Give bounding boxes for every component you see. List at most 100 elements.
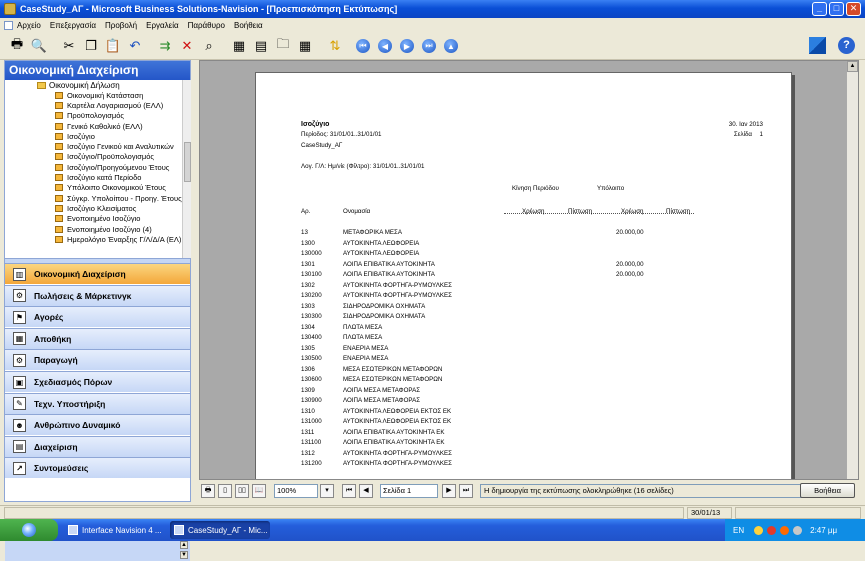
print-preview-icon[interactable]: 🔍 [30, 37, 48, 55]
group-balance-header: Υπόλοιπο [597, 185, 625, 192]
tree-item-label: Υπόλοιπο Οικονομικού Έτους [67, 183, 166, 193]
nav-button-label: Συντομεύσεις [34, 463, 89, 474]
chart-icon: ▥ [13, 267, 26, 281]
nav-button[interactable]: ☻ Ανθρώπινο Δυναμικό [5, 414, 190, 436]
report-row-name: ΛΟΙΠΑ ΕΠΙΒΑΤΙΚΑ ΑΥΤΟΚΙΝΗΤΑ ΕΚ [343, 428, 445, 436]
nav-button[interactable]: ⚙ Παραγωγή [5, 349, 190, 371]
tree-item[interactable]: Ισοζύγιο κατά Περίοδο [55, 172, 141, 182]
tree-scrollbar[interactable] [182, 80, 191, 258]
paste-icon[interactable]: 📋 [104, 37, 122, 55]
nav-button-label: Ανθρώπινο Δυναμικό [34, 420, 121, 431]
minimize-button[interactable]: _ [812, 2, 827, 16]
close-button[interactable]: ✕ [846, 2, 861, 16]
report-row-name: ΑΥΤΟΚΙΝΗΤΑ ΛΕΩΦΟΡΕΙΑ ΕΚΤΟΣ ΕΚ [343, 407, 452, 415]
folder-icon[interactable]: 🗀 [274, 36, 292, 55]
sort-icon[interactable]: ⇅ [326, 37, 344, 55]
up-icon[interactable]: ▲ [444, 39, 458, 53]
nav-button-label: Παραγωγή [34, 355, 78, 366]
tree-item[interactable]: Γενικό Καθολικό (ΕΛΛ) [55, 121, 143, 131]
zoom-dropdown-icon[interactable]: ▾ [320, 483, 334, 498]
tree-item[interactable]: Ενοποιημένο Ισοζύγιο [55, 214, 140, 224]
menu-help[interactable]: Βοήθεια [234, 21, 263, 30]
help-button[interactable]: Βοήθεια [800, 483, 855, 498]
menu-view[interactable]: Προβολή [105, 21, 137, 30]
table-icon[interactable]: ▦ [296, 37, 314, 55]
page-field[interactable]: Σελίδα 1 [380, 483, 438, 498]
tree-item[interactable]: Προϋπολογισμός [55, 111, 124, 121]
nav-button[interactable]: ⚙ Πωλήσεις & Μάρκετινγκ [5, 284, 190, 306]
app-icon[interactable] [4, 3, 16, 15]
first-record-icon[interactable]: ⏮ [356, 39, 370, 53]
clock[interactable]: 2:47 μμ [810, 526, 837, 535]
one-page-icon[interactable]: ▯ [218, 483, 232, 498]
tree-item[interactable]: Ισοζύγιο Κλεισίματος [55, 203, 136, 213]
book-icon[interactable]: 📖 [252, 483, 266, 498]
tree-item[interactable]: Ενοποιημένο Ισοζύγιο (4) [55, 224, 152, 234]
report-row-number: 130300 [301, 313, 322, 320]
maximize-button[interactable]: □ [829, 2, 844, 16]
nav-button[interactable]: ⚑ Αγορές [5, 306, 190, 328]
post-icon[interactable]: ⇉ [156, 37, 174, 55]
scroll-up-icon[interactable]: ▲ [847, 61, 858, 72]
tree-item[interactable]: Ισοζύγιο/Προηγούμενου Έτους [55, 162, 169, 172]
menu-tools[interactable]: Εργαλεία [146, 21, 178, 30]
navigation-pane-icon[interactable] [809, 37, 826, 54]
find-icon[interactable]: ⌕ [200, 37, 218, 55]
cut-icon[interactable]: ✂ [60, 37, 78, 55]
tree-item[interactable]: Καρτέλα Λογαριασμού (ΕΛΛ) [55, 100, 163, 110]
document-menu-icon[interactable] [4, 21, 13, 30]
network-icon[interactable] [754, 525, 764, 535]
language-indicator[interactable]: EN [733, 526, 744, 535]
delete-icon[interactable]: ✕ [178, 37, 196, 55]
tree-item[interactable]: Ισοζύγιο/Προϋπολογισμός [55, 152, 154, 162]
preview-scrollbar[interactable]: ▲ [846, 61, 858, 479]
nav-button[interactable]: ▤ Διαχείριση [5, 435, 190, 457]
tree-item[interactable]: Ημερολόγιο Έναρξης Γ/Λ/Δ/Α (ΕΛ) [55, 234, 181, 244]
scroll-down-icon[interactable]: ▼ [180, 551, 188, 559]
report-row-number: 1305 [301, 344, 315, 352]
nav-button[interactable]: ▦ Αποθήκη [5, 327, 190, 349]
last-record-icon[interactable]: ⏭ [422, 39, 436, 53]
nav-button[interactable]: ✎ Τεχν. Υποστήριξη [5, 392, 190, 414]
start-button[interactable] [0, 519, 58, 541]
undo-icon[interactable]: ↶ [126, 37, 144, 55]
tree-root[interactable]: Οικονομική Δήλωση [37, 80, 120, 90]
volume-icon[interactable] [793, 525, 803, 535]
tree-item[interactable]: Σύγκρ. Υπολοίπου - Προηγ. Έτους [55, 193, 182, 203]
nav-button[interactable]: ▥ Οικονομική Διαχείριση [5, 263, 190, 284]
scroll-up-icon[interactable]: ▲ [180, 541, 188, 549]
tree-item[interactable]: Ισοζύγιο [55, 131, 95, 141]
tree-scroll-thumb[interactable] [184, 142, 191, 182]
copy-icon[interactable]: ❐ [82, 37, 100, 55]
next-record-icon[interactable]: ▶ [400, 39, 414, 53]
nav-button[interactable]: ▣ Σχεδιασμός Πόρων [5, 371, 190, 392]
menu-file[interactable]: Αρχείο [17, 21, 41, 30]
menu-window[interactable]: Παράθυρο [188, 21, 225, 30]
tree-item[interactable]: Ισοζύγιο Γενικού και Αναλυτικών [55, 142, 174, 152]
task-casestudy[interactable]: CaseStudy_ΑΓ - Mic... [170, 521, 270, 539]
print-icon[interactable]: 🖶 [8, 36, 26, 55]
preview-status-message: Η δημιουργία της εκτύπωσης ολοκληρώθηκε … [480, 483, 847, 498]
task-navision-interface[interactable]: Interface Navision 4 ... [64, 521, 164, 539]
last-page-icon[interactable]: ⏭ [459, 483, 473, 498]
first-page-icon[interactable]: ⏮ [342, 483, 356, 498]
print-preview-area: Ισοζύγιο Περίοδος: 31/01/01..31/01/01 Ca… [199, 60, 859, 480]
two-pages-icon[interactable]: ▯▯ [235, 483, 249, 498]
security-icon[interactable] [767, 525, 777, 535]
window-title: CaseStudy_ΑΓ - Microsoft Business Soluti… [20, 4, 398, 14]
menu-edit[interactable]: Επεξεργασία [50, 21, 96, 30]
tree-item[interactable]: Οικονομική Κατάσταση [55, 90, 143, 100]
previous-record-icon[interactable]: ◀ [378, 39, 392, 53]
next-page-icon[interactable]: ▶ [442, 483, 456, 498]
help-icon[interactable]: ? [838, 37, 855, 54]
tree-item[interactable]: Υπόλοιπο Οικονομικού Έτους [55, 183, 166, 193]
card-icon[interactable]: ▦ [230, 37, 248, 55]
print-icon[interactable]: 🖶 [201, 483, 215, 498]
task-label: Interface Navision 4 ... [82, 525, 162, 535]
antivirus-icon[interactable] [780, 525, 790, 535]
list-icon[interactable]: ▤ [252, 37, 270, 55]
previous-page-icon[interactable]: ◀ [359, 483, 373, 498]
zoom-field[interactable]: 100% [274, 483, 318, 498]
report-row-name: ΛΟΙΠΑ ΕΠΙΒΑΤΙΚΑ ΑΥΤΟΚΙΝΗΤΑ ΕΚ [343, 439, 445, 446]
nav-button[interactable]: ↗ Συντομεύσεις [5, 457, 190, 479]
